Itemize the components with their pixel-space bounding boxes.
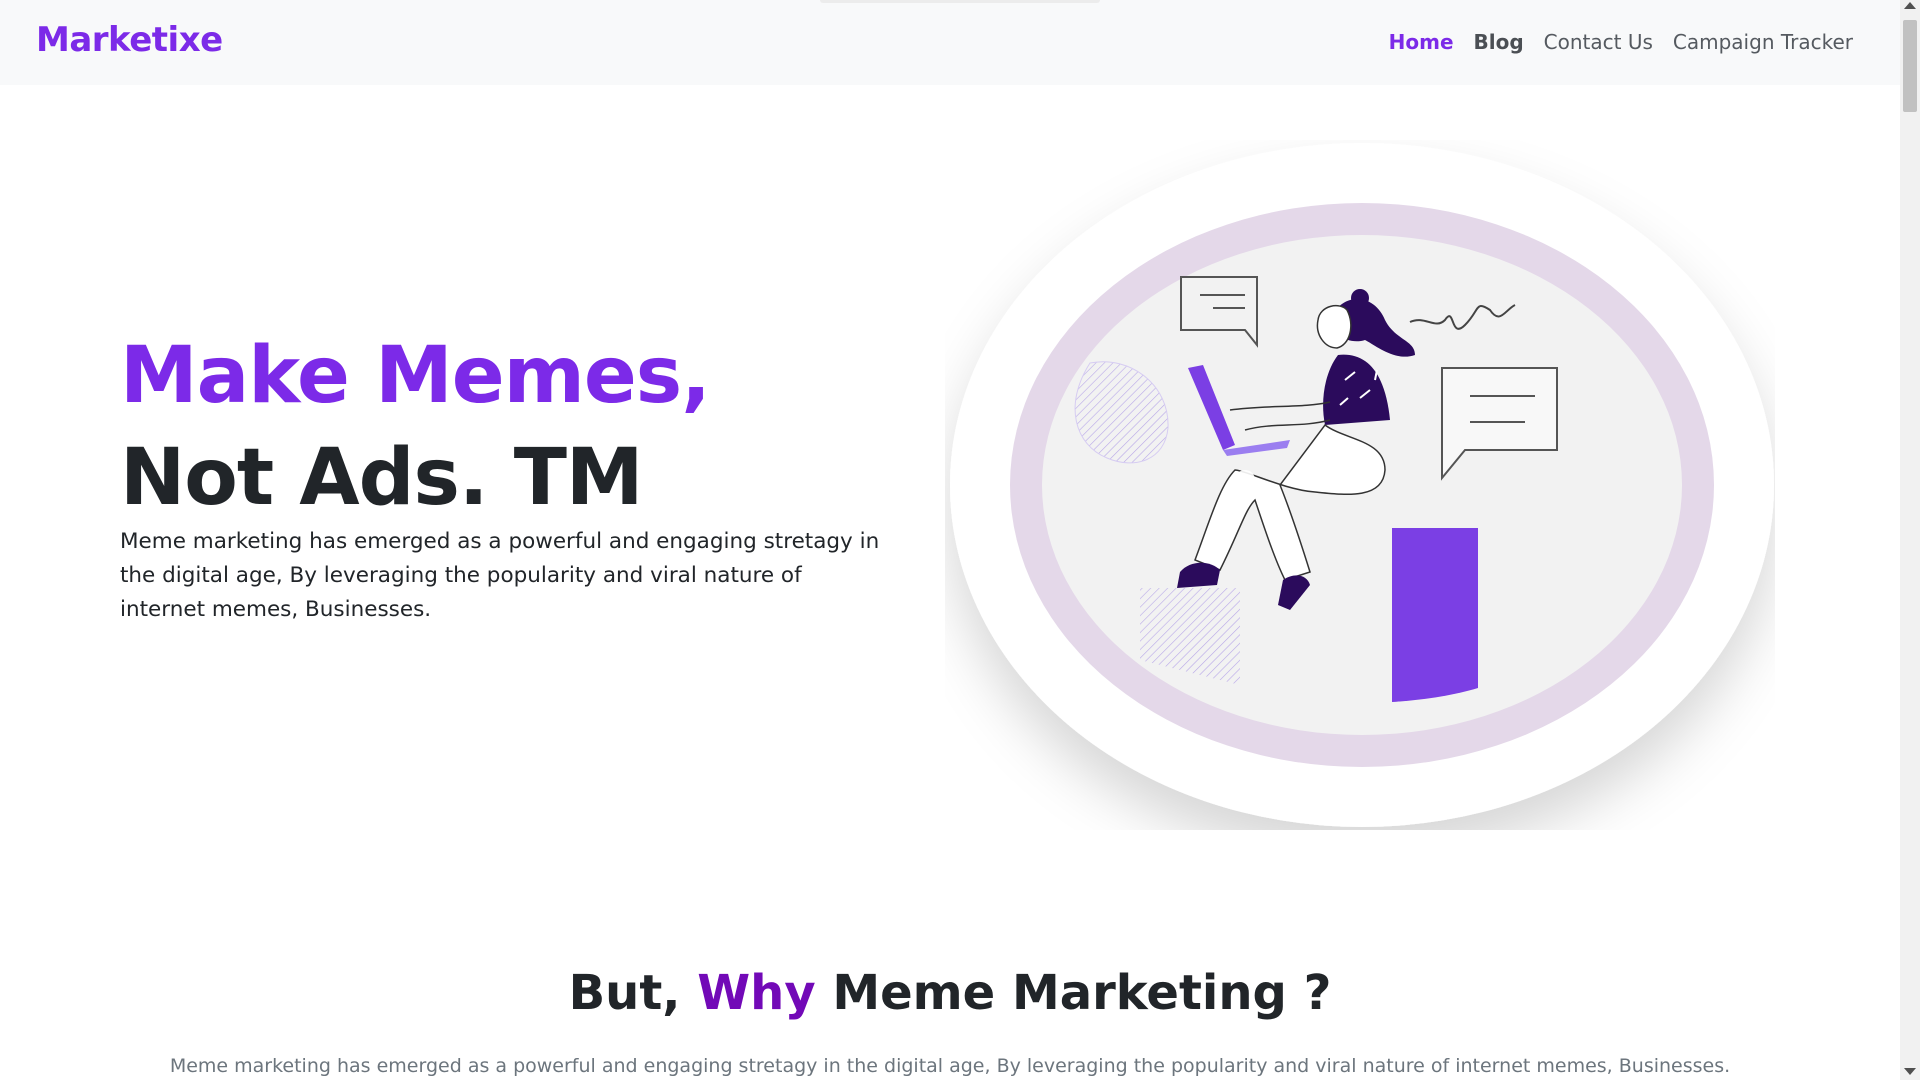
hero-title-line1: Make Memes, xyxy=(120,331,711,421)
hero-title-line2: Not Ads. TM xyxy=(120,433,644,523)
hero-description: Meme marketing has emerged as a powerful… xyxy=(120,529,880,622)
why-section-title: But, Why Meme Marketing ? xyxy=(0,965,1900,1021)
nav-menu: Home Blog Contact Us Campaign Tracker xyxy=(1389,30,1853,54)
why-title-before: But, xyxy=(568,965,698,1021)
top-navbar: Marketixe Home Blog Contact Us Campaign … xyxy=(0,0,1900,85)
hero-illustration xyxy=(945,140,1775,830)
why-title-accent: Why xyxy=(697,965,816,1021)
top-edge-decoration xyxy=(820,0,1100,3)
nav-item-blog[interactable]: Blog xyxy=(1474,30,1524,54)
page-scrollbar-thumb[interactable] xyxy=(1903,20,1917,112)
hero-title: Make Memes, Not Ads. TM xyxy=(120,325,711,529)
scroll-up-arrow-icon[interactable] xyxy=(1904,2,1916,9)
why-section-description: Meme marketing has emerged as a powerful… xyxy=(169,1055,1731,1077)
scroll-down-arrow-icon[interactable] xyxy=(1904,1068,1916,1075)
nav-item-contact-us[interactable]: Contact Us xyxy=(1544,30,1653,54)
nav-item-campaign-tracker[interactable]: Campaign Tracker xyxy=(1673,30,1853,54)
why-title-after: Meme Marketing ? xyxy=(815,965,1332,1021)
brand-logo-text[interactable]: Marketixe xyxy=(36,20,223,60)
page-scrollbar-track[interactable] xyxy=(1900,0,1920,1080)
hero-illustration-svg xyxy=(950,143,1774,827)
nav-item-home[interactable]: Home xyxy=(1389,30,1454,54)
